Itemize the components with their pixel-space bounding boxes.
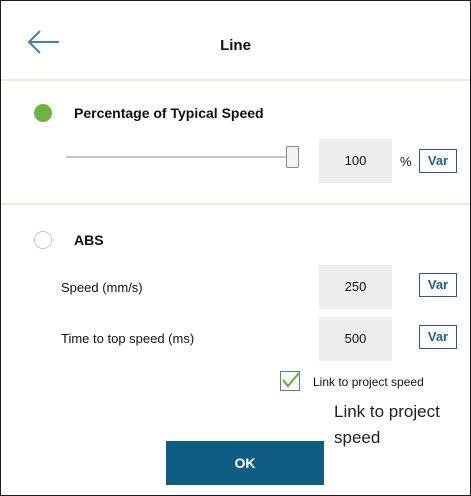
percentage-var-button[interactable]: Var (419, 149, 457, 173)
abs-radio[interactable] (34, 231, 52, 249)
line-speed-dialog: Line Percentage of Typical Speed 100 % V… (0, 0, 471, 496)
speed-mms-field[interactable]: 250 (319, 265, 392, 309)
link-project-speed-label: Link to project speed (313, 375, 424, 389)
percent-unit: % (400, 154, 412, 169)
speed-slider-thumb[interactable] (286, 146, 299, 168)
time-var-button[interactable]: Var (419, 325, 457, 349)
percentage-speed-label: Percentage of Typical Speed (74, 105, 264, 121)
link-project-speed-checkbox[interactable] (280, 371, 300, 391)
link-project-speed-tooltip: Link to project speed (334, 402, 440, 447)
speed-mms-label: Speed (mm/s) (61, 280, 143, 295)
section-divider (1, 203, 470, 205)
speed-slider-track[interactable] (66, 156, 294, 158)
percentage-value-field[interactable]: 100 (319, 139, 392, 183)
abs-label: ABS (74, 232, 104, 248)
percentage-speed-radio[interactable] (34, 104, 52, 122)
time-to-top-speed-label: Time to top speed (ms) (61, 331, 195, 346)
dialog-title: Line (220, 37, 251, 54)
speed-var-button[interactable]: Var (419, 273, 457, 297)
time-to-top-speed-field[interactable]: 500 (319, 317, 392, 361)
dialog-header: Line (1, 1, 470, 81)
checkmark-icon (282, 372, 300, 388)
ok-button[interactable]: OK (166, 441, 324, 485)
